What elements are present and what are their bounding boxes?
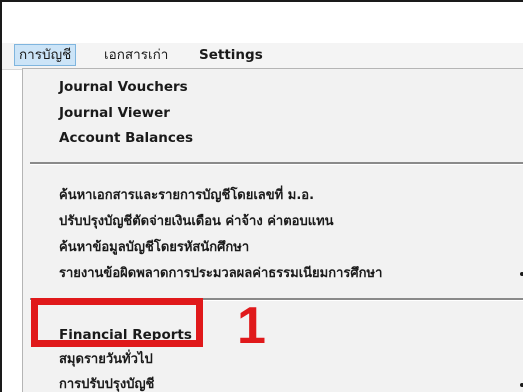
menu-item-account-adjustment[interactable]: การปรับปรุงบัญชี bbox=[59, 373, 154, 392]
menu-item-account-balances[interactable]: Account Balances bbox=[59, 126, 193, 150]
menu-item-general-journal[interactable]: สมุดรายวันทั่วไป bbox=[59, 348, 153, 372]
annotation-highlight-box bbox=[31, 298, 203, 347]
menu-old-documents[interactable]: เอกสารเก่า bbox=[100, 44, 172, 66]
menu-item-journal-vouchers[interactable]: Journal Vouchers bbox=[59, 75, 188, 99]
menu-accounting[interactable]: การบัญชี bbox=[14, 44, 77, 66]
menu-item-search-documents[interactable]: ค้นหาเอกสารและรายการบัญชีโดยเลขที่ ม.อ. bbox=[59, 184, 314, 208]
menu-item-search-by-student-id[interactable]: ค้นหาข้อมูลบัญชีโดยรหัสนักศึกษา bbox=[59, 236, 249, 260]
menu-separator bbox=[30, 162, 523, 165]
menu-settings[interactable]: Settings bbox=[195, 44, 267, 66]
menu-item-journal-viewer[interactable]: Journal Viewer bbox=[59, 101, 170, 125]
application-window: การบัญชี เอกสารเก่า Settings Journal Vou… bbox=[0, 0, 523, 392]
annotation-step-number: 1 bbox=[237, 297, 266, 355]
menu-bar: การบัญชี เอกสารเก่า Settings bbox=[2, 43, 523, 70]
menu-item-adjust-salary-accounts[interactable]: ปรับปรุงบัญชีตัดจ่ายเงินเดือน ค่าจ้าง ค่… bbox=[59, 210, 334, 234]
menu-item-tuition-error-report[interactable]: รายงานข้อผิดพลาดการประมวลผลค่าธรรมเนียมก… bbox=[59, 262, 382, 286]
